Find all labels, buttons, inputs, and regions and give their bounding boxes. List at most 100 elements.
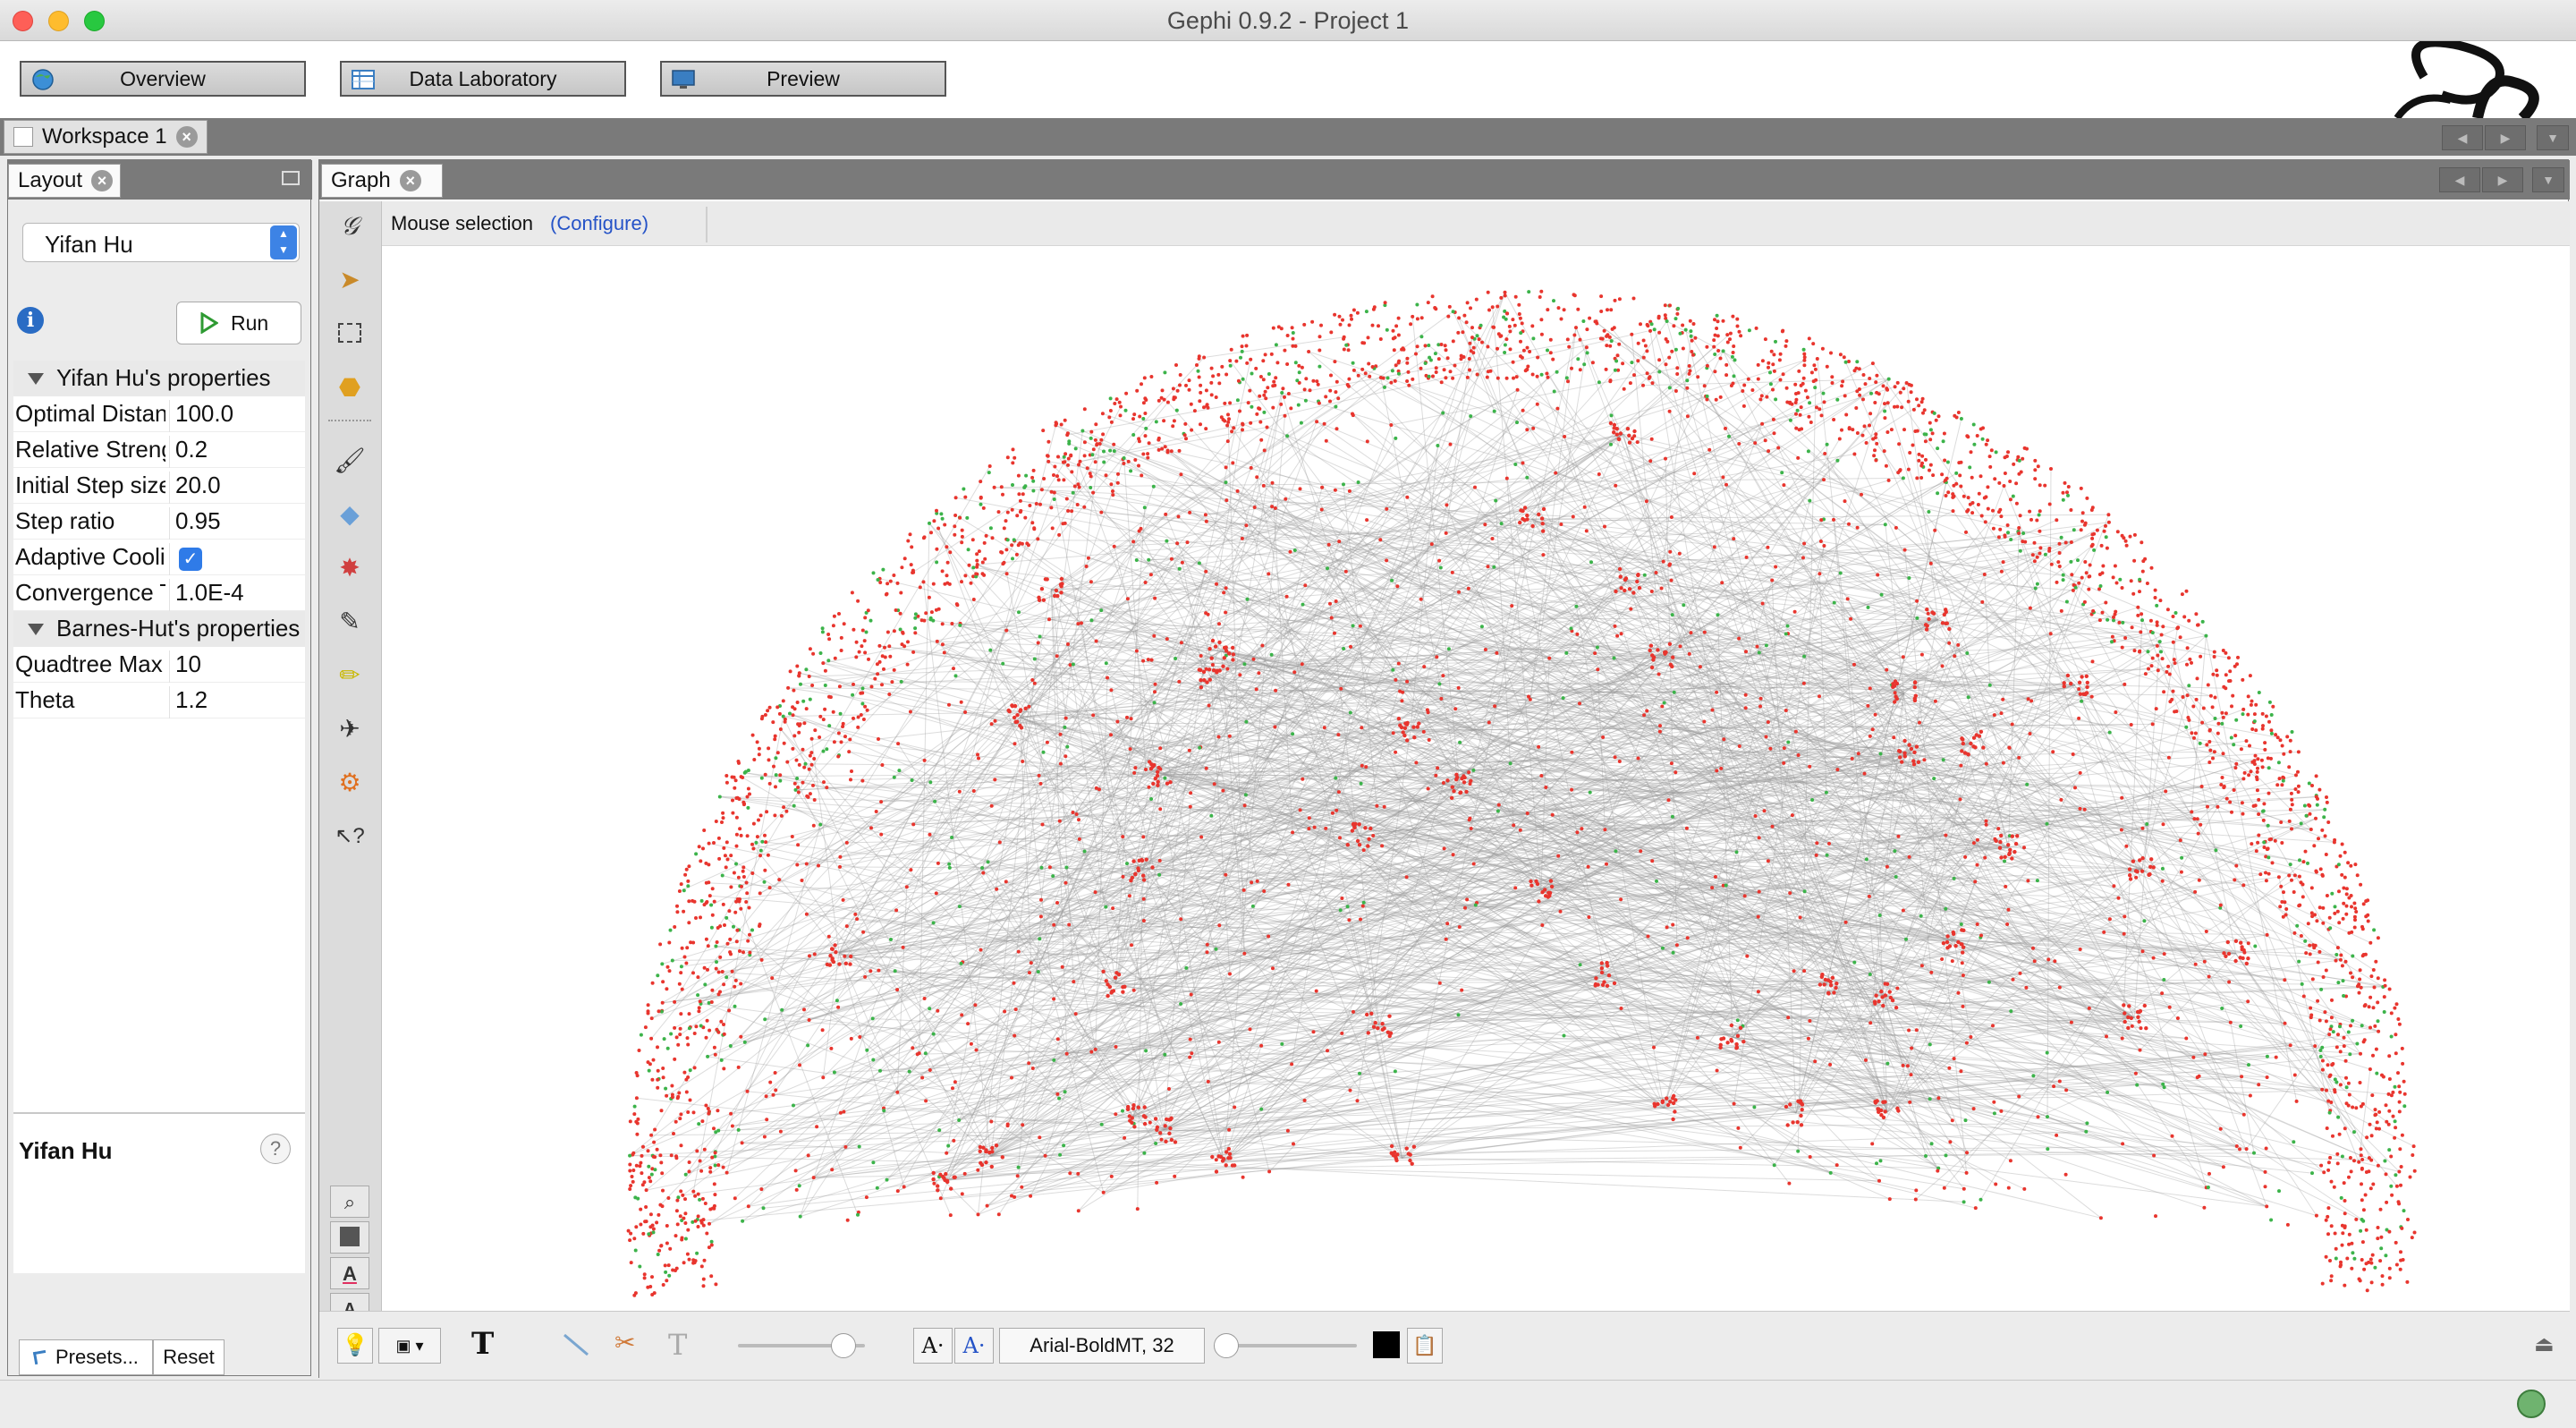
graph-node <box>2059 535 2063 540</box>
graph-node <box>1906 467 1911 472</box>
graph-node <box>1154 1142 1158 1145</box>
background-color-icon[interactable] <box>330 1221 369 1254</box>
property-value[interactable]: 0.2 <box>169 436 303 468</box>
graph-node <box>2228 1020 2233 1024</box>
graph-node <box>1944 833 1948 837</box>
graph-node <box>2032 959 2037 964</box>
help-cursor-icon[interactable]: ↖? <box>330 817 369 856</box>
property-row[interactable]: Relative Strength 0.2 <box>13 432 305 468</box>
property-row[interactable]: Convergence Threshold 1.0E-4 <box>13 575 305 611</box>
graph-node <box>1210 663 1215 667</box>
help-icon[interactable]: ? <box>260 1134 291 1164</box>
graph-node <box>877 737 880 741</box>
scroll-left-button[interactable]: ◀ <box>2439 167 2480 192</box>
lasso-icon[interactable]: ⬣ <box>330 368 369 407</box>
graph-node <box>2089 544 2094 548</box>
data-laboratory-button[interactable]: Data Laboratory <box>340 61 626 97</box>
graph-node <box>2284 907 2289 911</box>
graph-node <box>682 1261 686 1265</box>
close-icon[interactable]: × <box>175 126 198 148</box>
highlighter-icon[interactable]: ✏ <box>330 656 369 695</box>
graph-node <box>1404 875 1409 880</box>
minimize-panel-icon[interactable] <box>282 171 300 185</box>
graph-node <box>750 928 754 932</box>
tab-menu-button[interactable]: ▼ <box>2537 125 2569 150</box>
tab-menu-button[interactable]: ▼ <box>2532 167 2564 192</box>
scroll-right-button[interactable]: ▶ <box>2482 167 2523 192</box>
graph-node <box>1141 919 1146 922</box>
graph-node <box>1427 738 1431 742</box>
graph-node <box>1263 389 1267 394</box>
graph-node <box>1911 443 1915 447</box>
graph-node <box>1364 310 1368 314</box>
graph-canvas[interactable] <box>382 246 2570 1311</box>
graph-node <box>2310 977 2315 982</box>
section-yifan-hu-properties[interactable]: Yifan Hu's properties <box>13 361 305 396</box>
scroll-left-button[interactable]: ◀ <box>2442 125 2483 150</box>
graph-node <box>716 836 721 840</box>
property-value[interactable]: 20.0 <box>169 472 303 504</box>
property-row[interactable]: Theta 1.2 <box>13 683 305 718</box>
close-icon[interactable]: × <box>399 170 421 191</box>
graph-node <box>1559 317 1563 321</box>
graph-node <box>2400 1046 2404 1050</box>
graph-node <box>1038 781 1043 786</box>
reset-button[interactable]: Reset <box>153 1339 225 1375</box>
property-row[interactable]: Step ratio 0.95 <box>13 504 305 540</box>
property-value[interactable]: 10 <box>169 650 303 683</box>
painter-icon[interactable]: ✸ <box>330 548 369 588</box>
configure-link[interactable]: (Configure) <box>550 212 648 235</box>
tab-graph[interactable]: Graph × <box>321 164 443 198</box>
pointer-icon[interactable]: ➤ <box>330 260 369 300</box>
pencil-icon[interactable]: ✎ <box>330 602 369 642</box>
graph-node <box>629 1231 633 1236</box>
adaptive-cooling-checkbox[interactable]: ✓ <box>169 543 303 575</box>
run-button[interactable]: Run <box>176 302 301 344</box>
property-row[interactable]: Optimal Distance 100.0 <box>13 396 305 432</box>
graph-node <box>1143 581 1148 584</box>
property-row[interactable]: Initial Step size 20.0 <box>13 468 305 504</box>
graph-node <box>1090 453 1095 457</box>
graph-node <box>725 857 730 862</box>
graph-node <box>1125 597 1130 601</box>
scroll-right-button[interactable]: ▶ <box>2485 125 2526 150</box>
preview-button[interactable]: Preview <box>660 61 946 97</box>
graph-node <box>741 800 746 804</box>
section-barnes-hut-properties[interactable]: Barnes-Hut's properties <box>13 611 305 647</box>
property-value[interactable]: 100.0 <box>169 400 303 432</box>
graph-edges <box>629 292 2414 1225</box>
node-labels-icon[interactable]: A <box>330 1257 369 1289</box>
plane-icon[interactable]: ✈ <box>330 710 369 749</box>
graph-node <box>878 581 883 584</box>
property-value[interactable]: 1.2 <box>169 686 303 718</box>
tab-layout[interactable]: Layout × <box>8 164 121 198</box>
network-graph[interactable] <box>382 246 2570 1311</box>
overview-button[interactable]: Overview <box>20 61 306 97</box>
diamond-icon[interactable]: ◆ <box>330 495 369 534</box>
graph-node <box>1919 400 1924 404</box>
gephi-logo-icon[interactable]: 𝒢 <box>330 207 369 246</box>
info-icon[interactable]: i <box>17 307 44 334</box>
graph-node <box>648 1179 653 1184</box>
rectangle-select-icon[interactable] <box>330 314 369 353</box>
graph-node <box>890 680 894 684</box>
presets-button[interactable]: Presets... <box>19 1339 153 1375</box>
graph-node <box>2212 655 2216 659</box>
property-value[interactable]: 1.0E-4 <box>169 579 303 611</box>
property-value[interactable]: 0.95 <box>169 507 303 540</box>
graph-node <box>2302 803 2307 808</box>
property-row[interactable]: Quadtree Max Level 10 <box>13 647 305 683</box>
brush-icon[interactable]: 🖌 <box>330 441 369 480</box>
zoom-fit-icon[interactable]: ⌕ <box>330 1186 369 1218</box>
layout-algorithm-select[interactable]: Yifan Hu ▲ ▼ <box>22 223 300 262</box>
graph-node <box>2269 731 2274 735</box>
graph-node <box>1367 361 1371 366</box>
close-icon[interactable]: × <box>91 170 114 191</box>
graph-node <box>1459 357 1463 361</box>
graph-node <box>975 563 979 566</box>
graph-node <box>1051 874 1055 879</box>
property-row[interactable]: Adaptive Cooling ✓ <box>13 540 305 575</box>
gear-icon[interactable]: ⚙ <box>330 763 369 803</box>
tab-workspace-1[interactable]: Workspace 1 × <box>4 120 208 154</box>
graph-node <box>1927 510 1931 514</box>
